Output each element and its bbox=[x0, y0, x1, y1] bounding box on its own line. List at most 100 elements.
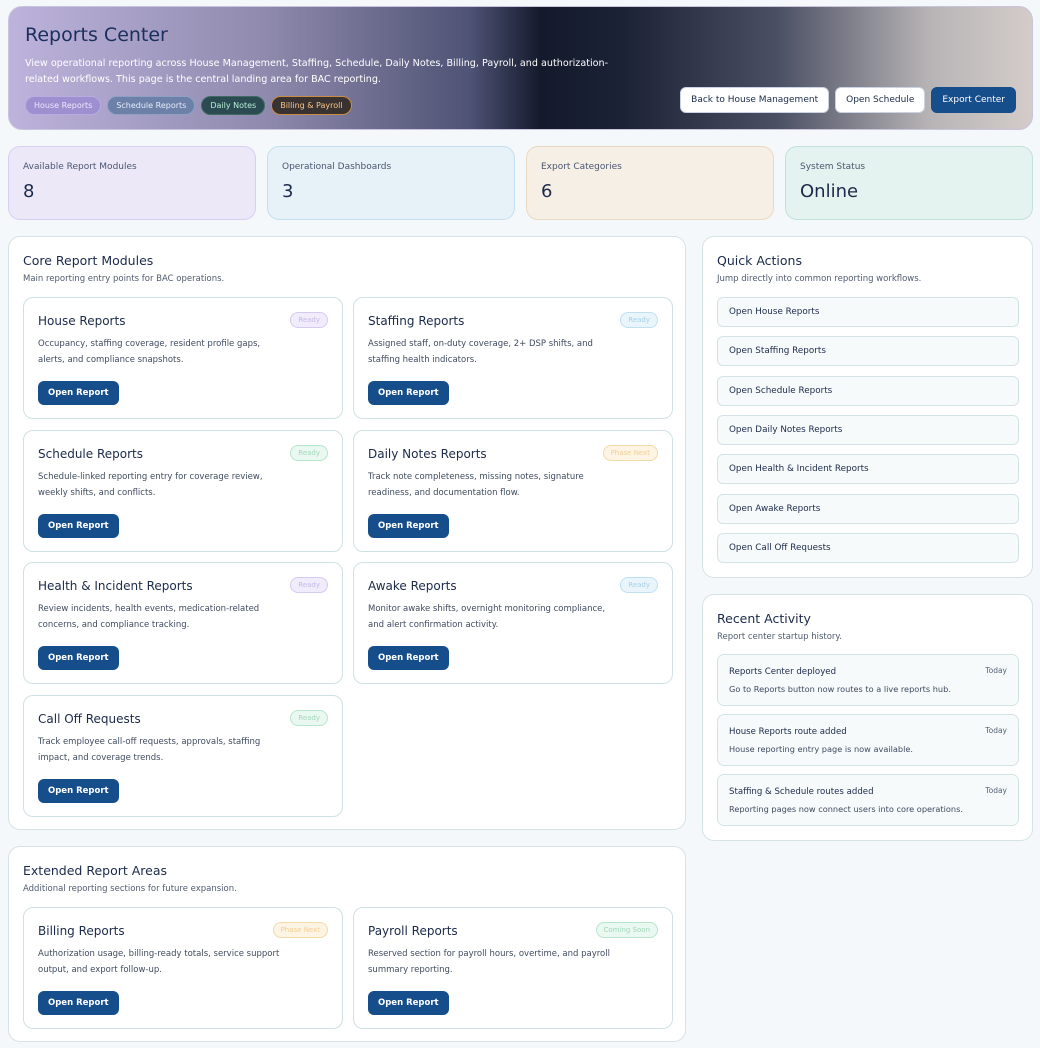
open-schedule-button[interactable]: Open Schedule bbox=[835, 87, 926, 113]
report-card-health-incident: Health & Incident Reports Ready Review i… bbox=[23, 562, 343, 684]
export-center-button[interactable]: Export Center bbox=[931, 87, 1016, 113]
card-description: Authorization usage, billing-ready total… bbox=[38, 949, 280, 975]
card-description: Reserved section for payroll hours, over… bbox=[368, 949, 610, 975]
stat-card-dashboards: Operational Dashboards 3 bbox=[267, 146, 515, 220]
card-title: Billing Reports bbox=[38, 924, 125, 938]
activity-item: Staffing & Schedule routes added Reporti… bbox=[717, 774, 1019, 826]
stat-label: System Status bbox=[800, 162, 866, 172]
report-card-staffing: Staffing Reports Ready Assigned staff, o… bbox=[353, 297, 673, 419]
quick-action-house-reports[interactable]: Open House Reports bbox=[717, 297, 1019, 327]
page-description: View operational reporting across House … bbox=[25, 58, 609, 85]
section-subtitle: Jump directly into common reporting work… bbox=[717, 274, 922, 284]
card-title: Payroll Reports bbox=[368, 924, 458, 938]
status-badge: Ready bbox=[620, 312, 658, 328]
page-header: Reports Center View operational reportin… bbox=[8, 6, 1033, 130]
activity-description: House reporting entry page is now availa… bbox=[729, 744, 914, 754]
card-description: Occupancy, staffing coverage, resident p… bbox=[38, 339, 261, 365]
chip-daily-notes[interactable]: Daily Notes bbox=[201, 96, 266, 115]
core-report-modules-panel: Core Report Modules Main reporting entry… bbox=[8, 236, 686, 830]
open-report-button[interactable]: Open Report bbox=[38, 646, 119, 670]
open-report-button[interactable]: Open Report bbox=[368, 646, 449, 670]
quick-action-staffing-reports[interactable]: Open Staffing Reports bbox=[717, 336, 1019, 366]
activity-title: Reports Center deployed bbox=[729, 667, 837, 677]
card-description: Track employee call-off requests, approv… bbox=[38, 737, 261, 763]
section-title: Extended Report Areas bbox=[23, 863, 168, 878]
stat-value: Online bbox=[800, 181, 859, 202]
report-card-daily-notes: Daily Notes Reports Phase Next Track not… bbox=[353, 430, 673, 552]
quick-action-awake-reports[interactable]: Open Awake Reports bbox=[717, 494, 1019, 524]
status-badge: Ready bbox=[290, 577, 328, 593]
open-report-button[interactable]: Open Report bbox=[38, 991, 119, 1015]
activity-item: Reports Center deployed Go to Reports bu… bbox=[717, 654, 1019, 706]
activity-title: Staffing & Schedule routes added bbox=[729, 787, 874, 797]
quick-actions-panel: Quick Actions Jump directly into common … bbox=[702, 236, 1033, 578]
open-report-button[interactable]: Open Report bbox=[38, 779, 119, 803]
stat-label: Export Categories bbox=[541, 162, 622, 172]
activity-timestamp: Today bbox=[985, 666, 1007, 675]
back-to-house-management-button[interactable]: Back to House Management bbox=[680, 87, 830, 113]
status-badge: Ready bbox=[290, 710, 328, 726]
category-chips: House Reports Schedule Reports Daily Not… bbox=[25, 96, 352, 115]
open-report-button[interactable]: Open Report bbox=[368, 514, 449, 538]
quick-action-health-incident-reports[interactable]: Open Health & Incident Reports bbox=[717, 454, 1019, 484]
card-description: Schedule-linked reporting entry for cove… bbox=[38, 472, 263, 498]
report-card-house: House Reports Ready Occupancy, staffing … bbox=[23, 297, 343, 419]
activity-timestamp: Today bbox=[985, 786, 1007, 795]
status-badge: Phase Next bbox=[272, 922, 328, 938]
report-card-schedule: Schedule Reports Ready Schedule-linked r… bbox=[23, 430, 343, 552]
section-title: Core Report Modules bbox=[23, 253, 154, 268]
activity-description: Go to Reports button now routes to a liv… bbox=[729, 684, 951, 694]
page-title: Reports Center bbox=[25, 24, 168, 46]
status-badge: Phase Next bbox=[602, 445, 658, 461]
report-card-payroll: Payroll Reports Coming Soon Reserved sec… bbox=[353, 907, 673, 1029]
section-title: Recent Activity bbox=[717, 611, 811, 626]
stat-card-export-categories: Export Categories 6 bbox=[526, 146, 774, 220]
activity-item: House Reports route added House reportin… bbox=[717, 714, 1019, 766]
open-report-button[interactable]: Open Report bbox=[38, 381, 119, 405]
status-badge: Ready bbox=[290, 445, 328, 461]
chip-billing-payroll[interactable]: Billing & Payroll bbox=[271, 96, 352, 115]
section-subtitle: Main reporting entry points for BAC oper… bbox=[23, 274, 225, 284]
quick-action-call-off-requests[interactable]: Open Call Off Requests bbox=[717, 533, 1019, 563]
status-badge: Coming Soon bbox=[595, 922, 658, 938]
open-report-button[interactable]: Open Report bbox=[368, 381, 449, 405]
activity-description: Reporting pages now connect users into c… bbox=[729, 804, 963, 814]
open-report-button[interactable]: Open Report bbox=[38, 514, 119, 538]
card-title: Staffing Reports bbox=[368, 314, 465, 328]
card-title: Awake Reports bbox=[368, 579, 457, 593]
card-description: Assigned staff, on-duty coverage, 2+ DSP… bbox=[368, 339, 593, 365]
activity-title: House Reports route added bbox=[729, 727, 847, 737]
quick-action-schedule-reports[interactable]: Open Schedule Reports bbox=[717, 376, 1019, 406]
stat-card-report-modules: Available Report Modules 8 bbox=[8, 146, 256, 220]
quick-action-daily-notes-reports[interactable]: Open Daily Notes Reports bbox=[717, 415, 1019, 445]
status-badge: Ready bbox=[620, 577, 658, 593]
stat-label: Operational Dashboards bbox=[282, 162, 392, 172]
recent-activity-panel: Recent Activity Report center startup hi… bbox=[702, 594, 1033, 841]
report-card-call-off: Call Off Requests Ready Track employee c… bbox=[23, 695, 343, 817]
chip-house-reports[interactable]: House Reports bbox=[25, 96, 102, 115]
report-card-awake: Awake Reports Ready Monitor awake shifts… bbox=[353, 562, 673, 684]
chip-schedule-reports[interactable]: Schedule Reports bbox=[107, 96, 196, 115]
header-actions: Back to House Management Open Schedule E… bbox=[680, 87, 1016, 113]
card-description: Track note completeness, missing notes, … bbox=[368, 472, 584, 498]
card-title: Health & Incident Reports bbox=[38, 579, 193, 593]
section-subtitle: Additional reporting sections for future… bbox=[23, 884, 237, 894]
activity-timestamp: Today bbox=[985, 726, 1007, 735]
stat-value: 6 bbox=[541, 181, 553, 202]
section-title: Quick Actions bbox=[717, 253, 802, 268]
card-title: Daily Notes Reports bbox=[368, 447, 487, 461]
stat-card-system-status: System Status Online bbox=[785, 146, 1033, 220]
extended-report-areas-panel: Extended Report Areas Additional reporti… bbox=[8, 846, 686, 1042]
card-description: Review incidents, health events, medicat… bbox=[38, 604, 260, 630]
stat-value: 3 bbox=[282, 181, 294, 202]
card-description: Monitor awake shifts, overnight monitori… bbox=[368, 604, 606, 630]
open-report-button[interactable]: Open Report bbox=[368, 991, 449, 1015]
stat-label: Available Report Modules bbox=[23, 162, 137, 172]
report-card-billing: Billing Reports Phase Next Authorization… bbox=[23, 907, 343, 1029]
card-title: Call Off Requests bbox=[38, 712, 141, 726]
card-title: Schedule Reports bbox=[38, 447, 143, 461]
stat-value: 8 bbox=[23, 181, 35, 202]
card-title: House Reports bbox=[38, 314, 126, 328]
status-badge: Ready bbox=[290, 312, 328, 328]
section-subtitle: Report center startup history. bbox=[717, 632, 842, 642]
